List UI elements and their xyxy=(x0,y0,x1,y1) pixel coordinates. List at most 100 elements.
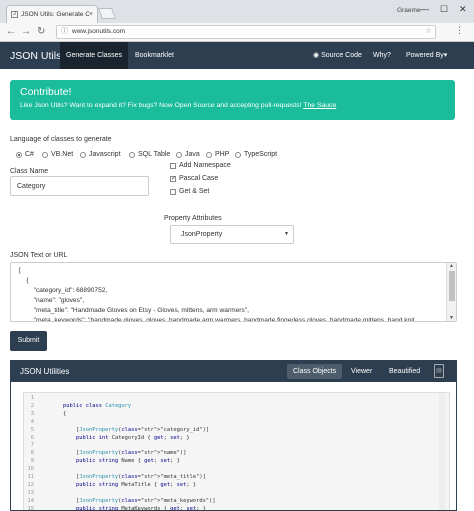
radio-typescript[interactable]: TypeScript xyxy=(235,151,277,158)
nav-why[interactable]: Why? xyxy=(367,42,397,69)
nav-source-code-label: Source Code xyxy=(321,52,362,59)
scroll-down-icon[interactable]: ▼ xyxy=(449,315,454,321)
line-number: 5 xyxy=(30,426,34,433)
tab-class-objects[interactable]: Class Objects xyxy=(287,364,343,379)
get-set-checkbox[interactable]: Get & Set xyxy=(170,188,209,195)
alert-message: Like Json Utils? Want to expand it? Fix … xyxy=(20,102,302,109)
line-number: 11 xyxy=(27,474,35,481)
alert-link[interactable]: The Sauce xyxy=(303,102,336,109)
code-line: [JsonProperty(class="str">"name")] xyxy=(50,450,187,457)
radio-java[interactable]: Java xyxy=(176,151,200,158)
code-view[interactable]: 1234567891011121314151617 public class C… xyxy=(23,392,450,511)
tab-close-icon[interactable]: × xyxy=(89,11,93,18)
nav-powered-by[interactable]: Powered By▾ xyxy=(400,42,453,69)
browser-tab[interactable]: J JSON Utils: Generate C# × xyxy=(6,5,98,23)
code-line: public string MetaKeywords { get; set; } xyxy=(75,505,206,511)
checkbox-label: Get & Set xyxy=(179,188,210,195)
back-icon[interactable]: ← xyxy=(6,26,16,38)
radio-javascript[interactable]: Javascript xyxy=(80,151,121,158)
radio-icon xyxy=(129,151,135,158)
generated-code: public class Category { [JsonProperty(cl… xyxy=(50,395,225,511)
browser-user[interactable]: Graeme xyxy=(397,7,420,14)
line-number: 2 xyxy=(30,402,34,409)
code-line: public class Category xyxy=(62,402,132,409)
nav-source-code[interactable]: ◉ Source Code xyxy=(307,42,368,69)
radio-label: SQL Table xyxy=(138,151,171,158)
radio-vbnet[interactable]: VB.Net xyxy=(42,151,73,158)
minimize-icon[interactable]: — xyxy=(420,4,429,14)
nav-bookmarklet[interactable]: Bookmarklet xyxy=(129,42,180,69)
code-line: [JsonProperty(class="str">"meta_title")] xyxy=(50,474,206,481)
code-line: [JsonProperty(class="str">"meta_keywords… xyxy=(50,497,216,504)
scrollbar-thumb[interactable] xyxy=(449,271,455,301)
pascal-case-checkbox[interactable]: ✓ Pascal Case xyxy=(170,175,218,182)
radio-sql-table[interactable]: SQL Table xyxy=(129,151,170,158)
radio-icon xyxy=(42,151,48,158)
panel-body: 1234567891011121314151617 public class C… xyxy=(11,382,456,511)
page-info-icon[interactable]: ⓘ xyxy=(61,26,68,38)
code-line: public string Name { get; set; } xyxy=(75,458,180,465)
radio-icon xyxy=(80,151,86,158)
radio-icon xyxy=(206,151,212,158)
checkbox-icon xyxy=(170,162,176,169)
github-icon: ◉ xyxy=(313,52,322,59)
panel-title: JSON Utilities xyxy=(20,367,70,376)
code-line: [JsonProperty(class="str">"category_id")… xyxy=(50,426,210,433)
select-value: JsonProperty xyxy=(181,231,223,238)
property-attributes-label: Property Attributes xyxy=(164,215,222,222)
checkbox-icon xyxy=(170,188,176,195)
scroll-up-icon[interactable]: ▲ xyxy=(449,263,454,269)
code-line: public string MetaTitle { get; set; } xyxy=(75,481,197,488)
checkbox-label: Pascal Case xyxy=(179,175,219,182)
line-number: 9 xyxy=(30,458,34,465)
radio-php[interactable]: PHP xyxy=(206,151,229,158)
checkbox-checked-icon: ✓ xyxy=(170,175,177,182)
tab-beautified[interactable]: Beautified xyxy=(383,364,426,379)
alert-text: Like Json Utils? Want to expand it? Fix … xyxy=(20,102,445,109)
line-number: 4 xyxy=(30,418,34,425)
reload-icon[interactable]: ↻ xyxy=(37,26,45,38)
radio-label: PHP xyxy=(215,151,230,158)
line-number: 7 xyxy=(30,442,34,449)
browser-menu-icon[interactable]: ⋮ xyxy=(455,25,464,36)
url-text: www.jsonutils.com xyxy=(72,28,126,35)
add-namespace-checkbox[interactable]: Add Namespace xyxy=(170,162,231,169)
radio-icon xyxy=(176,151,182,158)
class-name-input[interactable] xyxy=(10,176,149,196)
chevron-down-icon: ▼ xyxy=(284,231,289,237)
site-brand[interactable]: JSON Utils xyxy=(10,50,61,62)
forward-icon[interactable]: → xyxy=(21,26,31,38)
bookmark-star-icon[interactable]: ☆ xyxy=(425,26,432,35)
site-navbar: JSON Utils Generate Classes Bookmarklet … xyxy=(0,42,474,69)
property-attributes-select[interactable]: JsonProperty ▼ xyxy=(170,225,294,244)
line-number: 10 xyxy=(27,466,35,473)
line-numbers: 1234567891011121314151617 xyxy=(24,395,36,510)
json-textarea[interactable]: [ { "category_id": 68890752, "name": "gl… xyxy=(10,262,457,322)
contribute-alert: Contribute! Like Json Utils? Want to exp… xyxy=(10,80,455,120)
code-line: { xyxy=(50,410,67,417)
code-scrollbar[interactable] xyxy=(439,393,445,510)
tab-viewer[interactable]: Viewer xyxy=(345,364,378,379)
line-number: 14 xyxy=(27,497,35,504)
close-window-icon[interactable]: ✕ xyxy=(459,4,467,15)
line-number: 12 xyxy=(27,481,35,488)
json-utilities-panel: JSON Utilities Class Objects Viewer Beau… xyxy=(10,360,457,511)
json-label: JSON Text or URL xyxy=(10,252,68,259)
radio-label: Javascript xyxy=(89,151,121,158)
maximize-icon[interactable]: ☐ xyxy=(440,4,448,15)
json-scrollbar[interactable]: ▲ ▼ xyxy=(446,263,456,321)
radio-label: C# xyxy=(25,151,34,158)
url-input[interactable]: ⓘ www.jsonutils.com xyxy=(56,25,436,39)
radio-csharp[interactable]: C# xyxy=(16,151,34,158)
radio-label: Java xyxy=(185,151,200,158)
line-number: 8 xyxy=(30,450,34,457)
language-label: Language of classes to generate xyxy=(10,136,112,143)
line-number: 13 xyxy=(27,489,35,496)
nav-generate-classes[interactable]: Generate Classes xyxy=(60,42,129,69)
radio-icon xyxy=(16,151,22,158)
submit-button[interactable]: Submit xyxy=(10,331,47,351)
panel-header: JSON Utilities Class Objects Viewer Beau… xyxy=(11,361,456,382)
copy-icon[interactable]: ▤ xyxy=(434,364,444,378)
